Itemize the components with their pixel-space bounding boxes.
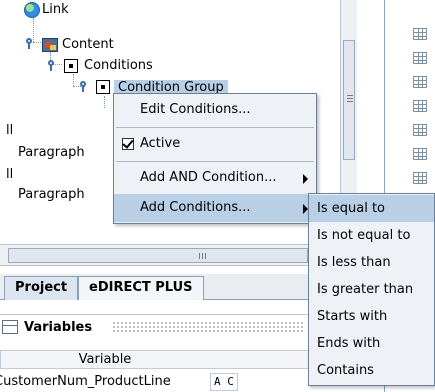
- tree-connector: [73, 74, 74, 86]
- tab-edirect-plus[interactable]: eDIRECT PLUS: [78, 276, 204, 300]
- tree-node-link[interactable]: Link: [42, 2, 69, 18]
- tree-node-conditions[interactable]: Conditions: [84, 58, 153, 74]
- scrollbar-thumb[interactable]: [343, 40, 355, 160]
- column-header-variable[interactable]: Variable: [1, 352, 209, 367]
- menu-item-add-and-condition[interactable]: Add AND Condition...: [114, 164, 316, 192]
- menu-separator: [116, 161, 314, 162]
- submenu-item-is-equal-to[interactable]: Is equal to: [309, 195, 434, 222]
- panel-drag-handle[interactable]: [112, 321, 304, 334]
- grid-icon: [413, 52, 427, 64]
- submenu-item-starts-with[interactable]: Starts with: [309, 303, 434, 330]
- submenu-item-is-less-than[interactable]: Is less than: [309, 249, 434, 276]
- submenu-item-is-greater-than[interactable]: Is greater than: [309, 276, 434, 303]
- grid-icon: [413, 28, 427, 40]
- globe-icon: [24, 2, 40, 18]
- variable-value-cell: A C: [210, 373, 238, 391]
- tree-connector: [104, 96, 105, 108]
- menu-item-label: Active: [140, 136, 181, 151]
- tree-text: ll: [6, 167, 14, 182]
- menu-item-active[interactable]: Active: [114, 130, 316, 158]
- tree-toggle-icon[interactable]: [78, 81, 88, 93]
- submenu-item-is-not-equal-to[interactable]: Is not equal to: [309, 222, 434, 249]
- tree-text: Paragraph: [18, 145, 85, 160]
- tree-node-content[interactable]: Content: [62, 37, 114, 53]
- grid-icon: [413, 148, 427, 160]
- variables-title: Variables: [24, 320, 93, 335]
- submenu-item-contains[interactable]: Contains: [309, 357, 434, 384]
- grid-icon: [413, 172, 427, 184]
- variables-icon: [2, 320, 18, 334]
- scrollbar-thumb[interactable]: [8, 248, 308, 263]
- menu-item-label: Add AND Condition...: [140, 170, 277, 185]
- tab-project[interactable]: Project: [4, 276, 79, 300]
- submenu-item-ends-with[interactable]: Ends with: [309, 330, 434, 357]
- checkbox-checked-icon: [122, 138, 134, 150]
- grid-icon: [413, 124, 427, 136]
- tree-toggle-icon[interactable]: [24, 38, 34, 50]
- tree-connector: [33, 42, 41, 43]
- grid-icon: [413, 76, 427, 88]
- tree-text: ll: [6, 123, 14, 138]
- submenu-conditions: Is equal to Is not equal to Is less than…: [308, 193, 435, 386]
- conditions-icon: [64, 59, 78, 73]
- submenu-arrow-icon: [303, 174, 308, 184]
- menu-item-edit-conditions[interactable]: Edit Conditions...: [114, 96, 316, 124]
- context-menu: Edit Conditions... Active Add AND Condit…: [113, 93, 317, 224]
- menu-separator: [116, 127, 314, 128]
- condition-group-icon: [96, 80, 110, 94]
- tree-toggle-icon[interactable]: [46, 60, 56, 72]
- content-icon: [42, 38, 58, 52]
- menu-item-label: Add Conditions...: [140, 200, 251, 215]
- grid-icon: [413, 100, 427, 112]
- menu-item-label: Edit Conditions...: [140, 102, 251, 117]
- variable-name-cell: CustomerNum_ProductLine: [0, 374, 171, 389]
- menu-item-add-conditions[interactable]: Add Conditions...: [114, 194, 316, 222]
- tree-text: Paragraph: [18, 187, 85, 202]
